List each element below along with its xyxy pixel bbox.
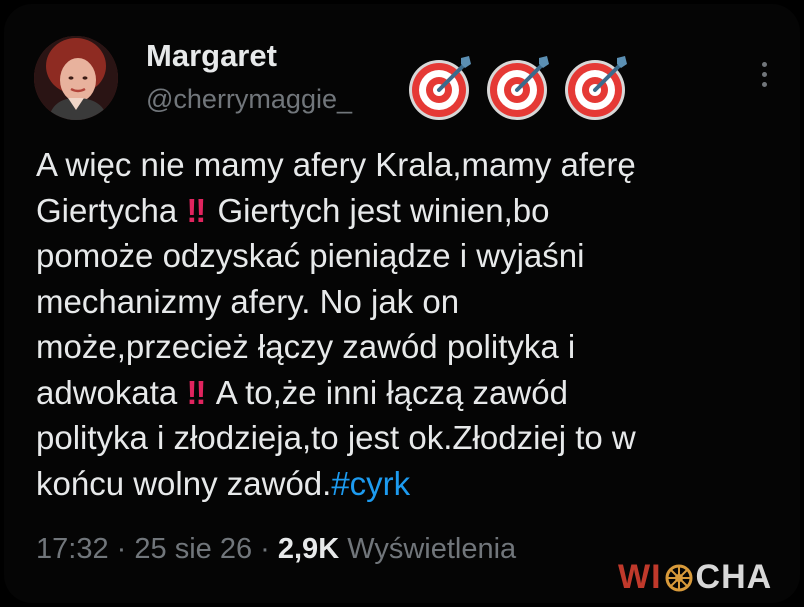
more-options-icon[interactable]	[760, 62, 768, 87]
tweet-line: Giertycha ‼ Giertych jest winien,bo	[36, 188, 776, 234]
dot	[761, 72, 767, 77]
tweet-line-text: adwokata	[36, 373, 187, 411]
dot	[761, 62, 767, 67]
tweet-line: A więc nie mamy afery Krala,mamy aferę	[36, 146, 636, 183]
tweet-line: pomoże odzyskać pieniądze i wyjaśni	[36, 237, 585, 274]
emoji-row	[405, 52, 633, 124]
tweet-line-text: końcu wolny zawód.	[36, 464, 332, 502]
tweet-line-text: Giertych jest winien,bo	[208, 191, 550, 229]
direct-hit-emoji-icon	[487, 56, 549, 120]
tweet-line-text: A to,że inni łączą zawód	[208, 373, 568, 411]
dot	[761, 82, 767, 87]
author-name[interactable]: Margaret	[146, 38, 277, 74]
direct-hit-emoji-icon	[409, 56, 471, 120]
tweet-line: może,przecież łączy zawód polityka i	[36, 328, 576, 365]
direct-hit-emoji-icon	[565, 56, 627, 120]
tweet-line: mechanizmy afery. No jak on	[36, 282, 460, 320]
tweet-line-text: Giertycha	[36, 191, 187, 229]
separator: ·	[116, 533, 127, 565]
views-label: Wyświetlenia	[347, 533, 517, 565]
tweet-time[interactable]: 17:32	[36, 533, 109, 565]
watermark-prefix: WI	[618, 558, 662, 596]
double-exclamation-emoji: ‼	[186, 373, 206, 411]
separator: ·	[260, 533, 270, 565]
double-exclamation-emoji: ‼	[186, 191, 206, 229]
tweet-date[interactable]: 25 sie 26	[134, 533, 252, 565]
sun-wheel-icon	[665, 564, 693, 591]
avatar[interactable]	[34, 36, 118, 120]
tweet-line: adwokata ‼ A to,że inni łączą zawód	[36, 370, 776, 416]
author-handle[interactable]: @cherrymaggie_	[146, 84, 352, 115]
hashtag-link[interactable]: #cyrk	[331, 465, 410, 502]
tweet-text: A więc nie mamy afery Krala,mamy aferę G…	[36, 142, 776, 506]
tweet-line: polityka i złodzieja,to jest ok.Złodziej…	[36, 419, 636, 456]
avatar-photo	[34, 36, 118, 120]
tweet-line: końcu wolny zawód.#cyrk	[36, 461, 776, 507]
views-count[interactable]: 2,9K	[278, 533, 339, 565]
tweet-meta: 17:32 · 25 sie 26 · 2,9K Wyświetlenia	[36, 533, 516, 566]
watermark-suffix: CHA	[695, 558, 773, 596]
watermark-logo: WI CHA	[618, 558, 772, 597]
